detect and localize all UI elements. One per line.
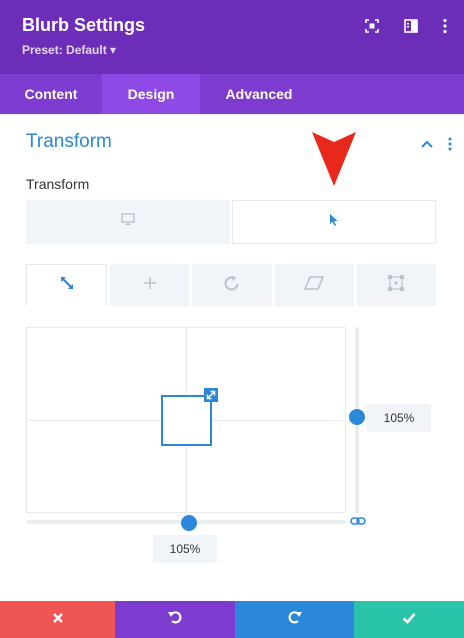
undo-button[interactable] bbox=[115, 601, 235, 638]
annotation-arrow-icon bbox=[310, 130, 358, 193]
redo-button[interactable] bbox=[235, 601, 354, 638]
scale-y-thumb[interactable] bbox=[349, 409, 365, 425]
more-options-icon[interactable] bbox=[433, 14, 457, 38]
move-icon bbox=[143, 276, 157, 295]
scale-y-value[interactable]: 105% bbox=[367, 404, 431, 432]
scale-x-thumb[interactable] bbox=[181, 515, 197, 531]
hover-state-button[interactable] bbox=[232, 200, 436, 244]
tab-scale[interactable] bbox=[26, 264, 108, 306]
link-icon[interactable] bbox=[349, 514, 367, 528]
state-toggle bbox=[26, 200, 436, 244]
tab-skew[interactable] bbox=[274, 264, 354, 306]
section-title[interactable]: Transform bbox=[26, 131, 112, 153]
field-label: Transform bbox=[26, 176, 90, 192]
transform-preview[interactable] bbox=[26, 327, 346, 513]
desktop-icon bbox=[121, 213, 135, 231]
fullscreen-icon[interactable] bbox=[360, 14, 384, 38]
tab-design[interactable]: Design bbox=[102, 74, 200, 114]
tab-advanced[interactable]: Advanced bbox=[200, 74, 318, 114]
tab-rotate[interactable] bbox=[192, 264, 272, 306]
preset-selector[interactable]: Preset: Default ▾ bbox=[22, 43, 116, 57]
scale-x-value[interactable]: 105% bbox=[153, 535, 217, 563]
tab-content[interactable]: Content bbox=[0, 74, 102, 114]
redo-icon bbox=[287, 609, 303, 630]
tab-origin[interactable] bbox=[356, 264, 437, 306]
undo-icon bbox=[167, 609, 183, 630]
origin-icon bbox=[387, 274, 405, 297]
scale-icon bbox=[59, 275, 75, 296]
settings-tabs: Content Design Advanced bbox=[0, 74, 464, 114]
desktop-state-button[interactable] bbox=[26, 200, 230, 244]
skew-icon bbox=[304, 275, 325, 295]
section-menu-icon[interactable] bbox=[443, 135, 457, 153]
cancel-button[interactable] bbox=[0, 601, 115, 638]
preview-box[interactable] bbox=[161, 395, 212, 446]
transform-type-tabs bbox=[26, 264, 437, 306]
action-bar bbox=[0, 601, 464, 638]
save-button[interactable] bbox=[354, 601, 464, 638]
chevron-up-icon[interactable] bbox=[418, 135, 436, 153]
tab-translate[interactable] bbox=[110, 264, 190, 306]
close-icon bbox=[52, 611, 64, 629]
sidebar-layout-icon[interactable] bbox=[399, 14, 423, 38]
settings-header: Blurb Settings Preset: Default ▾ bbox=[0, 0, 464, 74]
tabs-divider bbox=[0, 114, 464, 115]
modal-title: Blurb Settings bbox=[22, 15, 146, 35]
cursor-icon bbox=[329, 213, 339, 232]
resize-handle-icon[interactable] bbox=[204, 388, 218, 402]
checkmark-icon bbox=[402, 611, 416, 629]
rotate-icon bbox=[223, 274, 241, 297]
